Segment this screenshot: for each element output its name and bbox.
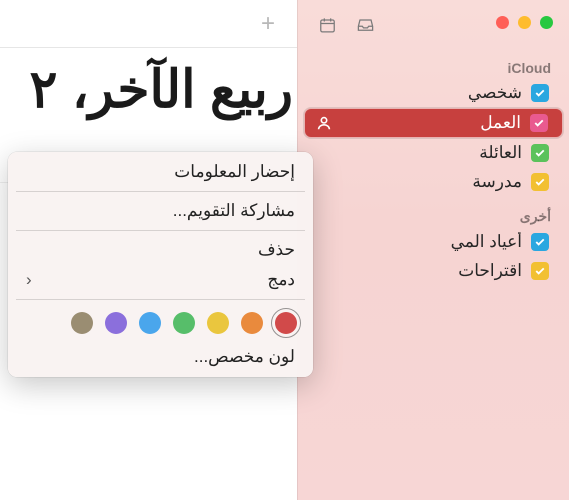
checkbox-icon[interactable] xyxy=(531,262,549,280)
inbox-icon[interactable] xyxy=(346,12,384,38)
calendar-row-personal[interactable]: شخصي xyxy=(304,79,563,107)
menu-item-label: لون مخصص... xyxy=(194,347,295,367)
calendar-label: اقتراحات xyxy=(314,261,522,281)
menu-separator xyxy=(16,299,305,300)
menu-share-calendar[interactable]: مشاركة التقويم... xyxy=(8,196,313,226)
close-window-button[interactable] xyxy=(496,16,509,29)
menu-custom-color[interactable]: لون مخصص... xyxy=(8,342,313,372)
checkbox-icon[interactable] xyxy=(531,233,549,251)
menu-separator xyxy=(16,191,305,192)
calendar-label: شخصي xyxy=(314,83,522,103)
calendar-row-suggestions[interactable]: اقتراحات xyxy=(304,257,563,285)
menu-item-label: دمج xyxy=(267,270,295,290)
menu-get-info[interactable]: إحضار المعلومات xyxy=(8,157,313,187)
minimize-window-button[interactable] xyxy=(518,16,531,29)
color-swatch-red[interactable] xyxy=(275,312,297,334)
context-menu: إحضار المعلومات مشاركة التقويم... حذف دم… xyxy=(8,152,313,377)
menu-separator xyxy=(16,230,305,231)
checkbox-icon[interactable] xyxy=(530,114,548,132)
main-toolbar: + xyxy=(0,0,297,48)
calendar-label: مدرسة xyxy=(314,172,522,192)
menu-item-label: إحضار المعلومات xyxy=(174,162,295,182)
color-swatch-brown[interactable] xyxy=(71,312,93,334)
add-event-button[interactable]: + xyxy=(253,11,283,37)
calendar-row-birthdays[interactable]: أعياد المي xyxy=(304,228,563,256)
menu-delete[interactable]: حذف xyxy=(8,235,313,265)
window-controls xyxy=(496,16,553,29)
calendar-icon[interactable] xyxy=(308,12,346,38)
calendar-label: العمل xyxy=(342,113,521,133)
color-swatch-yellow[interactable] xyxy=(207,312,229,334)
calendar-label: أعياد المي xyxy=(314,232,522,252)
calendar-row-family[interactable]: العائلة xyxy=(304,139,563,167)
color-swatch-row xyxy=(8,304,313,342)
chevron-left-icon: ‹ xyxy=(26,270,32,290)
shared-icon xyxy=(315,114,333,132)
calendar-row-school[interactable]: مدرسة xyxy=(304,168,563,196)
calendar-list: iCloud شخصي العمل العائلة مدرسة أخرى أعي… xyxy=(298,0,569,285)
date-title: ربيع الآخر، ٢ xyxy=(0,60,297,120)
section-other: أخرى xyxy=(298,204,569,227)
sidebar-toolbar xyxy=(308,12,384,38)
color-swatch-blue[interactable] xyxy=(139,312,161,334)
calendar-label: العائلة xyxy=(314,143,522,163)
checkbox-icon[interactable] xyxy=(531,84,549,102)
checkbox-icon[interactable] xyxy=(531,144,549,162)
menu-item-label: مشاركة التقويم... xyxy=(173,201,295,221)
color-swatch-orange[interactable] xyxy=(241,312,263,334)
sidebar: iCloud شخصي العمل العائلة مدرسة أخرى أعي… xyxy=(297,0,569,500)
checkbox-icon[interactable] xyxy=(531,173,549,191)
menu-merge[interactable]: دمج ‹ xyxy=(8,265,313,295)
section-icloud: iCloud xyxy=(298,56,569,78)
color-swatch-green[interactable] xyxy=(173,312,195,334)
zoom-window-button[interactable] xyxy=(540,16,553,29)
calendar-row-work[interactable]: العمل xyxy=(304,108,563,138)
color-swatch-purple[interactable] xyxy=(105,312,127,334)
date-heading-area: ربيع الآخر، ٢ xyxy=(0,48,297,120)
menu-item-label: حذف xyxy=(258,240,295,260)
